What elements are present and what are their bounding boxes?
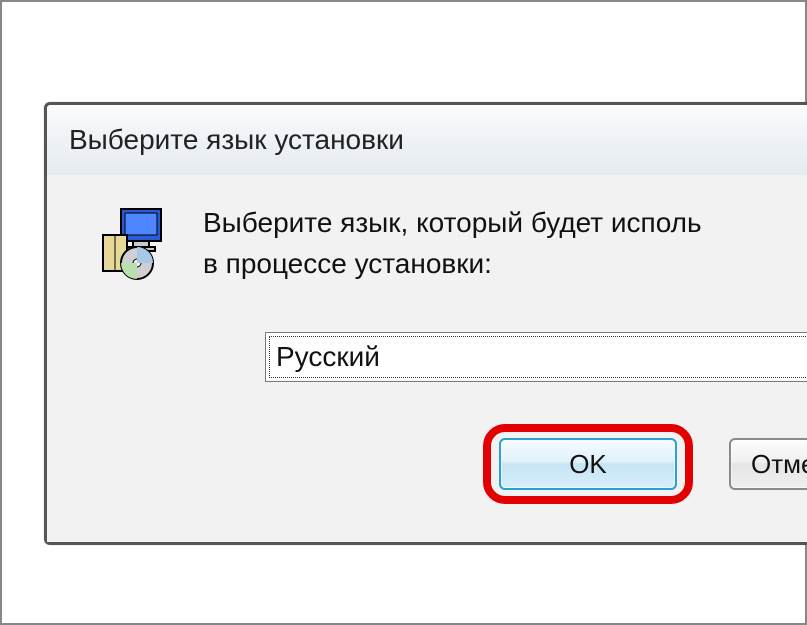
language-dropdown-value: Русский <box>276 341 380 373</box>
language-select-dialog: Выберите язык установки <box>44 102 807 545</box>
instruction-row: Выберите язык, который будет исполь в пр… <box>87 203 807 284</box>
installer-icon <box>97 205 175 283</box>
cancel-button-label: Отме <box>751 449 807 480</box>
screenshot-frame: Выберите язык установки <box>0 0 807 625</box>
instruction-text: Выберите язык, который будет исполь в пр… <box>203 203 712 284</box>
dialog-titlebar: Выберите язык установки <box>47 105 807 175</box>
instruction-line-1: Выберите язык, который будет исполь <box>203 207 702 238</box>
ok-button-label: OK <box>569 449 607 480</box>
ok-button[interactable]: OK <box>499 438 677 490</box>
ok-button-highlight: OK <box>483 424 693 504</box>
dialog-title: Выберите язык установки <box>69 124 404 156</box>
language-dropdown[interactable]: Русский <box>265 332 807 382</box>
dialog-content: Выберите язык, который будет исполь в пр… <box>47 175 807 542</box>
cancel-button[interactable]: Отме <box>729 438 807 490</box>
dialog-button-row: OK Отме <box>87 424 807 504</box>
instruction-line-2: в процессе установки: <box>203 248 492 279</box>
